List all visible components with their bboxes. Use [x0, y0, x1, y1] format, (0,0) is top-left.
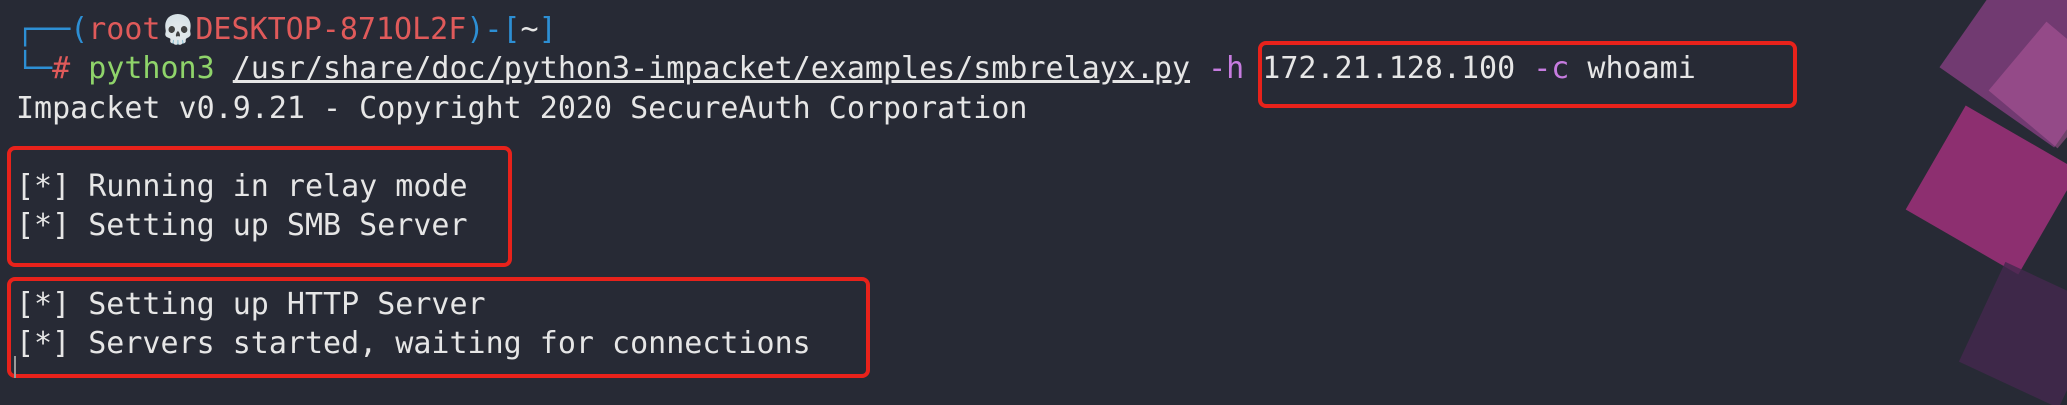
- decor-shape: [1958, 261, 2067, 405]
- skull-icon: 💀: [160, 13, 196, 46]
- terminal-window[interactable]: ┌──(root💀DESKTOP-871OL2F)-[~] └─# python…: [0, 0, 2067, 405]
- prompt-line-top: ┌──(root💀DESKTOP-871OL2F)-[~]: [16, 11, 557, 49]
- prompt-hash: #: [52, 51, 71, 86]
- wallpaper-decoration: [1897, 0, 2067, 405]
- text-cursor: [14, 356, 16, 378]
- prompt-directory: ~: [520, 12, 539, 47]
- prompt-user: root: [88, 12, 161, 47]
- prompt-corner-bottom: └─: [16, 51, 53, 86]
- prompt-host: DESKTOP-871OL2F: [195, 12, 467, 47]
- prompt-bracket-end: ]: [538, 12, 557, 47]
- highlight-box-relay-smb: [7, 146, 512, 267]
- command-program: python3: [88, 51, 215, 86]
- prompt-corner-top: ┌──(: [16, 12, 89, 47]
- command-script-path: /usr/share/doc/python3-impacket/examples…: [232, 51, 1191, 86]
- output-banner: Impacket v0.9.21 - Copyright 2020 Secure…: [16, 91, 1028, 126]
- highlight-box-command-args: [1258, 41, 1797, 108]
- prompt-separator: )-[: [466, 12, 521, 47]
- command-flag-h: -h: [1208, 51, 1245, 86]
- highlight-box-http-servers: [7, 277, 870, 378]
